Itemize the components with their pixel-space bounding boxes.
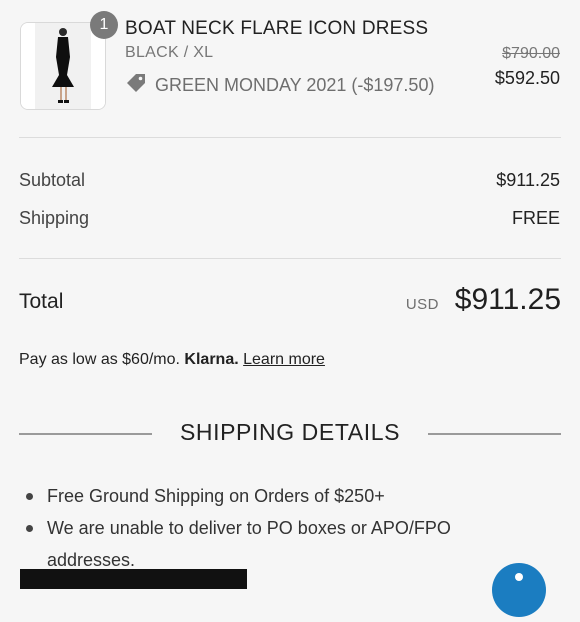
chat-icon: [515, 573, 523, 581]
subtotal-label: Subtotal: [19, 170, 86, 190]
dress-image: [21, 23, 105, 109]
shipping-details-list: Free Ground Shipping on Orders of $250+ …: [23, 480, 483, 576]
product-name: BOAT NECK FLARE ICON DRESS: [125, 18, 429, 39]
quantity-badge: 1: [90, 11, 118, 39]
chat-button[interactable]: [492, 563, 546, 617]
total-value: $911.25: [454, 283, 561, 316]
product-variant: BLACK / XL: [125, 44, 214, 61]
total-label: Total: [19, 290, 64, 313]
discount-label: GREEN MONDAY 2021 (-$197.50): [155, 75, 435, 95]
subtotal-value: $911.25: [496, 170, 560, 190]
list-item: Free Ground Shipping on Orders of $250+: [23, 480, 483, 512]
shipping-label: Shipping: [19, 208, 90, 228]
list-item: We are unable to deliver to PO boxes or …: [23, 512, 483, 576]
learn-more-link[interactable]: Learn more: [243, 351, 325, 368]
divider: [19, 137, 561, 138]
klarna-text: Pay as low as $60/mo.: [19, 351, 180, 368]
product-thumbnail: [20, 22, 106, 110]
checkout-button[interactable]: [20, 569, 247, 589]
klarna-promo: Pay as low as $60/mo. Klarna. Learn more: [19, 351, 325, 369]
tag-icon: [125, 72, 147, 99]
total-currency: USD: [405, 296, 439, 313]
sale-price: $592.50: [494, 68, 560, 88]
original-price: $790.00: [502, 45, 560, 62]
discount-row: GREEN MONDAY 2021 (-$197.50): [125, 72, 434, 99]
divider: [19, 258, 561, 259]
shipping-value: FREE: [511, 208, 560, 228]
section-rule-right: [428, 433, 561, 435]
klarna-logo: Klarna.: [184, 351, 239, 368]
